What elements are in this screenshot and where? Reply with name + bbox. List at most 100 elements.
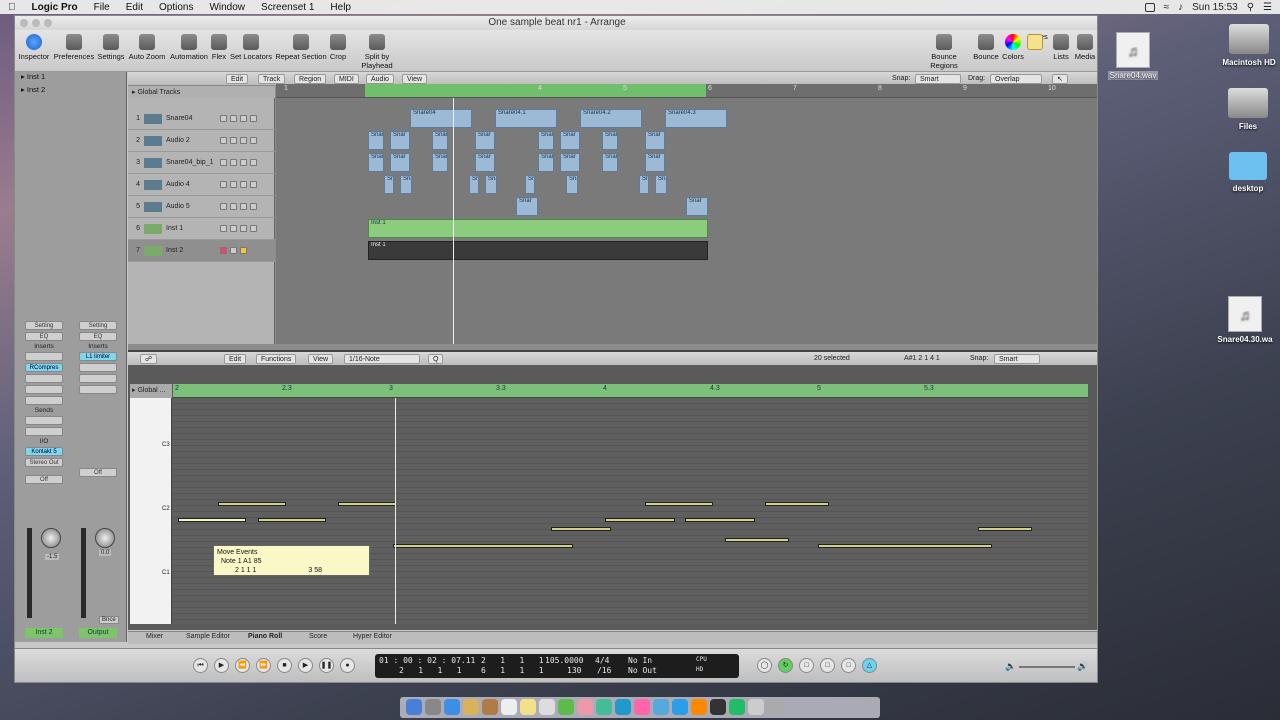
region-inst1[interactable]: Inst 1	[368, 219, 708, 238]
metronome-icon[interactable]: △	[862, 658, 877, 673]
setting-button-a[interactable]: Setting	[25, 321, 63, 330]
arrange-view-menu[interactable]: View	[402, 74, 428, 84]
region-audio2[interactable]: Snar	[368, 131, 384, 150]
region-audio5[interactable]: Snar	[516, 197, 538, 216]
safari-icon[interactable]	[444, 699, 460, 715]
region-audio2[interactable]: Snar	[475, 131, 495, 150]
pr-snap-select[interactable]: Smart	[994, 354, 1040, 364]
repeat-section-button[interactable]: Repeat Section	[275, 32, 327, 61]
midi-note[interactable]	[645, 502, 713, 506]
region-snare-bip[interactable]: Snar	[368, 153, 384, 172]
link-icon[interactable]: ☍	[140, 354, 158, 364]
automation-off-a[interactable]: Off	[25, 475, 63, 484]
media-button[interactable]: Media	[1073, 32, 1097, 61]
empty-send-slot[interactable]	[25, 427, 63, 436]
tab-hyper-editor[interactable]: Hyper Editor	[353, 633, 392, 640]
messages-icon[interactable]	[615, 699, 631, 715]
mute-solo-buttons[interactable]	[220, 159, 257, 166]
region-audio2[interactable]: Snar	[602, 131, 618, 150]
piano-roll-playhead[interactable]	[395, 398, 396, 624]
note-grid[interactable]	[173, 398, 1088, 624]
mute-solo-buttons[interactable]	[220, 203, 257, 210]
output-stereo-out[interactable]: Stereo Out	[25, 458, 63, 467]
region-snare-bip[interactable]: Snar	[390, 153, 410, 172]
arrange-playhead[interactable]	[453, 98, 454, 344]
contacts-icon[interactable]	[482, 699, 498, 715]
region-snare-bip[interactable]: Snar	[538, 153, 554, 172]
tab-piano-roll[interactable]: Piano Roll	[248, 633, 282, 640]
settings-button[interactable]: Settings	[97, 32, 125, 61]
logic-pro-icon[interactable]	[710, 699, 726, 715]
spotify-icon[interactable]	[729, 699, 745, 715]
midi-note[interactable]	[725, 538, 789, 542]
region-audio2[interactable]: Snar	[538, 131, 554, 150]
arrange-audio-menu[interactable]: Audio	[366, 74, 394, 84]
region-audio4[interactable]: Snar	[639, 175, 649, 194]
pause-icon[interactable]: ❚❚	[319, 658, 334, 673]
bounce-regions-button[interactable]: Bounce Regions	[917, 32, 971, 70]
minimize-window-button[interactable]	[32, 19, 40, 27]
region-snare-bip[interactable]: Snar	[475, 153, 495, 172]
pan-knob-b[interactable]	[95, 528, 115, 548]
empty-insert-slot[interactable]	[79, 385, 117, 394]
photos-icon[interactable]	[577, 699, 593, 715]
mute-solo-buttons[interactable]	[220, 137, 257, 144]
region-audio4[interactable]: Snar	[384, 175, 394, 194]
notification-center-icon[interactable]: ☰	[1263, 2, 1272, 13]
piano-keyboard[interactable]: C3 C2 C1	[130, 398, 172, 624]
pointer-tool-icon[interactable]: ↖	[1052, 74, 1068, 84]
reminders-icon[interactable]	[539, 699, 555, 715]
lists-button[interactable]: Lists	[1051, 32, 1071, 61]
desktop-macintosh-hd[interactable]: Macintosh HD	[1214, 24, 1280, 67]
replace-icon[interactable]: ◯	[757, 658, 772, 673]
region-audio4[interactable]: Snar	[469, 175, 479, 194]
midi-note[interactable]	[605, 518, 675, 522]
tab-score[interactable]: Score	[309, 633, 327, 640]
menu-file[interactable]: File	[86, 2, 118, 13]
autopunch-icon[interactable]: □	[799, 658, 814, 673]
desktop-folder-desktop[interactable]: desktop	[1222, 152, 1274, 193]
cycle-region[interactable]	[365, 84, 706, 97]
inspector-button[interactable]: Inspector	[17, 32, 51, 61]
rewind-icon[interactable]: ⏪	[235, 658, 250, 673]
arrange-midi-menu[interactable]: MIDI	[334, 74, 359, 84]
arrange-region-menu[interactable]: Region	[294, 74, 327, 84]
empty-insert-slot[interactable]	[79, 374, 117, 383]
colors-button[interactable]: Colors	[1001, 32, 1025, 61]
quantize-select[interactable]: 1/16-Note	[344, 354, 420, 364]
set-locators-button[interactable]: Set Locators	[229, 32, 273, 61]
close-window-button[interactable]	[20, 19, 28, 27]
global-tracks-toggle[interactable]: ▸ Global Tracks	[128, 86, 275, 98]
automation-off-b[interactable]: Off	[79, 468, 117, 477]
track-header-5[interactable]: 5 Audio 5	[128, 196, 275, 218]
midi-note[interactable]	[765, 502, 829, 506]
region-snare-bip[interactable]: Snar	[432, 153, 448, 172]
channel-name-inst2[interactable]: Inst 2	[25, 628, 63, 638]
vlc-icon[interactable]	[691, 699, 707, 715]
midi-note[interactable]	[685, 518, 755, 522]
preferences-button[interactable]: Preferences	[53, 32, 95, 61]
menu-edit[interactable]: Edit	[118, 2, 151, 13]
desktop-file-snare04-30[interactable]: ♫ Snare04.30.wa	[1210, 296, 1280, 344]
drag-select[interactable]: Overlap	[990, 74, 1042, 84]
region-snare04-1[interactable]: Snare04.1	[495, 109, 557, 128]
empty-insert-slot[interactable]	[79, 363, 117, 372]
volume-icon[interactable]: ♪	[1178, 2, 1183, 13]
preview-icon[interactable]	[748, 699, 764, 715]
midi-note[interactable]	[338, 502, 396, 506]
region-audio2[interactable]: Snar	[390, 131, 410, 150]
region-snare04[interactable]: Snare04	[410, 109, 472, 128]
desktop-files-drive[interactable]: Files	[1222, 88, 1274, 131]
menu-window[interactable]: Window	[201, 2, 253, 13]
mail-icon[interactable]	[463, 699, 479, 715]
midi-note-selected[interactable]	[178, 518, 246, 522]
play-from-selection-icon[interactable]: ▶	[214, 658, 229, 673]
app-store-icon[interactable]	[653, 699, 669, 715]
notes-button[interactable]: Notes	[1027, 32, 1049, 50]
crop-button[interactable]: Crop	[329, 32, 347, 61]
track-header-2[interactable]: 2 Audio 2	[128, 130, 275, 152]
mute-solo-buttons[interactable]	[220, 181, 257, 188]
inspector-region-inst1[interactable]: ▸ Inst 1	[21, 72, 45, 81]
play-icon[interactable]: ▶	[298, 658, 313, 673]
zoom-window-button[interactable]	[44, 19, 52, 27]
